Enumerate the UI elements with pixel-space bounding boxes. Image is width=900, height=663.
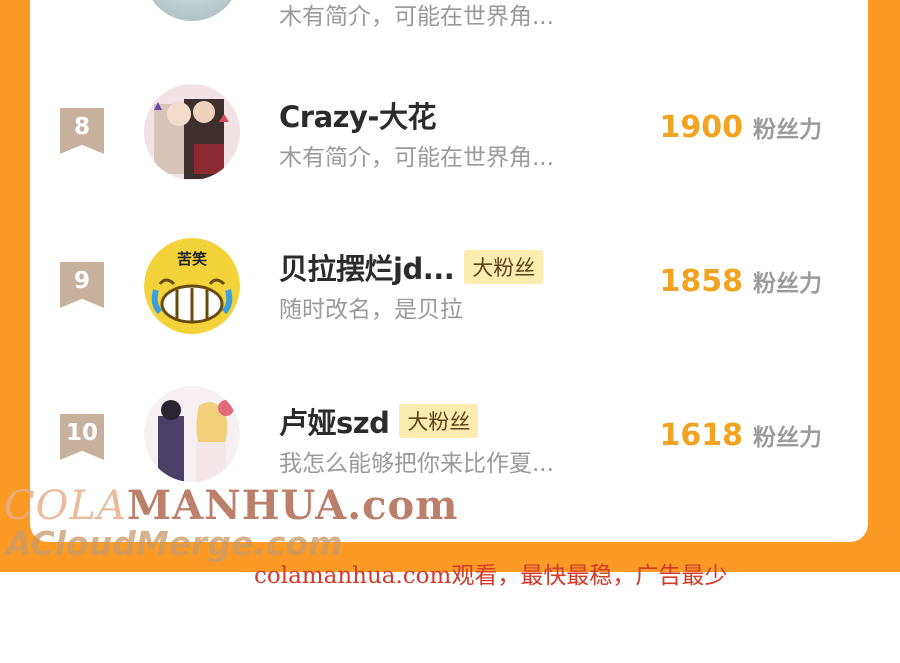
ad-text: colamanhua.com观看，最快最稳，广告最少 [254,563,728,589]
fan-power-unit: 粉丝力 [753,117,822,143]
fan-power-value: 1618 [659,418,744,453]
watermark-colamanhua: COLAMANHUA.com [4,482,459,529]
avatar[interactable]: 苦笑 [144,238,240,334]
fan-level-badge: 大粉丝 [464,250,544,284]
user-description: 木有简介，可能在世界角... [279,145,554,171]
user-name[interactable]: 贝拉摆烂jd... [279,246,455,288]
list-item-partial[interactable]: 木有简介，可能在世界角... [30,0,868,45]
list-item[interactable]: 8 Crazy-大花 木有简介，可能在世界角... 1900 粉丝力 [30,74,868,194]
name-line: 贝拉摆烂jd... 大粉丝 [279,246,544,288]
name-line: 卢娅szd 大粉丝 [279,400,479,442]
fan-power-unit: 粉丝力 [753,425,822,451]
user-description: 随时改名，是贝拉 [279,297,463,323]
fan-power: 1858 粉丝力 [660,264,823,299]
avatar[interactable] [144,386,240,482]
user-name[interactable]: 卢娅szd [279,400,390,442]
user-name[interactable]: Crazy-大花 [279,94,436,136]
rank-badge: 10 [60,414,104,460]
avatar-caption: 苦笑 [177,250,207,268]
avatar-image [144,84,240,180]
crying-emoji-icon: 苦笑 [144,238,240,334]
rank-badge: 9 [60,262,104,308]
watermark-part-a: COLA [4,483,127,529]
fan-power-value: 1900 [659,110,744,145]
user-description: 我怎么能够把你来比作夏... [279,451,554,477]
fan-power: 1618 粉丝力 [660,418,823,453]
avatar[interactable] [144,84,240,180]
fan-power: 1900 粉丝力 [660,110,823,145]
name-line: Crazy-大花 [279,94,436,136]
fan-level-badge: 大粉丝 [399,404,479,438]
ranking-card: 木有简介，可能在世界角... 8 Crazy-大花 木有简介，可能在世界角...… [30,0,868,542]
watermark-part-b: MANHUA.com [126,482,459,529]
fan-power-value: 1858 [659,264,744,299]
fan-power-unit: 粉丝力 [753,271,822,297]
user-description: 木有简介，可能在世界角... [279,4,554,30]
avatar [144,0,240,21]
rank-badge: 8 [60,108,104,154]
avatar-image [144,386,240,482]
list-item[interactable]: 9 苦笑 贝拉摆烂jd... 大粉丝 随时改名，是贝拉 1858 粉丝力 [30,228,868,348]
